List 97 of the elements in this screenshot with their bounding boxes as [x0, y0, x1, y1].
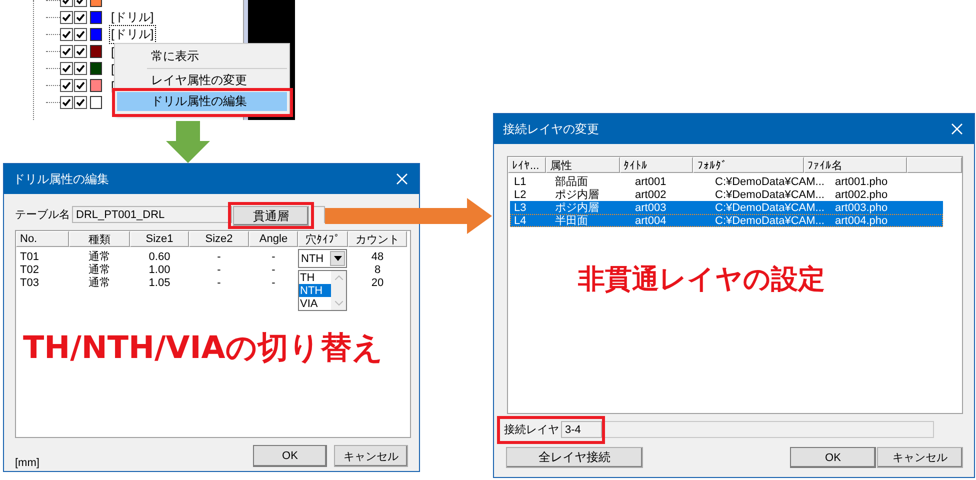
- table-cell-text: -: [216, 276, 222, 288]
- table-cell-text: 通常: [88, 276, 112, 290]
- column-header[interactable]: Angle: [249, 231, 298, 247]
- column-header[interactable]: Size1: [130, 231, 189, 247]
- table-cell-text: T02: [19, 264, 40, 276]
- menu-item[interactable]: レイヤ属性の変更: [117, 71, 287, 91]
- checkbox[interactable]: [74, 28, 87, 41]
- field-label: 接続レイヤ: [504, 422, 559, 437]
- column-header[interactable]: [906, 157, 962, 173]
- table-cell-text: C:¥DemoData¥CAM...: [714, 214, 826, 226]
- dropdown-option[interactable]: NTH: [299, 284, 332, 297]
- list-row[interactable]: L2 ポジ内層 art002 C:¥DemoData¥CAM... art002.pho: [510, 188, 943, 201]
- table-cell-text: ポジ内層: [554, 201, 600, 215]
- table-name-field[interactable]: DRL_PT001_DRL: [72, 206, 232, 223]
- dropdown-option[interactable]: VIA: [299, 297, 332, 310]
- table-cell-text: 48: [370, 250, 385, 262]
- ok-button[interactable]: OK: [253, 445, 327, 467]
- table-cell-text: 1.00: [148, 264, 172, 276]
- column-header[interactable]: ﾌｧｲﾙ名: [804, 157, 907, 173]
- column-header[interactable]: No.: [16, 231, 69, 247]
- column-header[interactable]: 種類: [69, 231, 130, 247]
- through-layer-button[interactable]: 貫通層: [233, 206, 309, 226]
- table-cell-text: C:¥DemoData¥CAM...: [714, 202, 826, 214]
- table-cell-text: art002: [634, 188, 668, 200]
- table-cell-text: art002.pho: [834, 188, 889, 200]
- table-cell-text: art004: [634, 214, 668, 226]
- checkbox[interactable]: [74, 45, 87, 58]
- list-row[interactable]: L3 ポジ内層 art003 C:¥DemoData¥CAM... art003.pho: [510, 201, 943, 214]
- table-cell-text: -: [270, 264, 276, 276]
- table-cell-text: C:¥DemoData¥CAM...: [714, 176, 826, 188]
- list-row[interactable]: L4 半田面 art004 C:¥DemoData¥CAM... art004.pho: [510, 214, 943, 227]
- table-cell-text: 半田面: [554, 214, 589, 228]
- checkbox[interactable]: [60, 62, 73, 75]
- column-header[interactable]: ﾚｲﾔ...: [508, 157, 546, 173]
- table-cell-text: -: [216, 250, 222, 262]
- table-cell-text: 1.05: [148, 276, 172, 288]
- table-cell-text: -: [270, 276, 276, 288]
- checkbox[interactable]: [60, 11, 73, 24]
- table-cell-text: 20: [370, 276, 385, 288]
- table-cell-text: T01: [19, 250, 40, 262]
- table-cell-text: 8: [373, 264, 382, 276]
- checkbox[interactable]: [60, 79, 73, 92]
- right-arrow-icon: [325, 198, 492, 234]
- column-header[interactable]: ﾌｫﾙﾀﾞ: [693, 157, 804, 173]
- hole-type-dropdown[interactable]: NTH: [298, 249, 347, 268]
- connect-layer-field[interactable]: 3-4: [561, 421, 602, 438]
- cancel-button[interactable]: キャンセル: [877, 447, 963, 468]
- menu-item[interactable]: ドリル属性の編集: [117, 92, 287, 111]
- column-header[interactable]: 属性: [546, 157, 620, 173]
- table-cell-text: art003.pho: [834, 202, 889, 214]
- checkbox[interactable]: [60, 28, 73, 41]
- column-header[interactable]: カウント: [348, 231, 407, 247]
- table-cell-text: 0.60: [148, 250, 172, 262]
- field-label: テーブル名: [15, 208, 70, 222]
- table-cell-text: art004.pho: [834, 214, 889, 226]
- menu-item[interactable]: 常に表示: [117, 47, 287, 66]
- annotation-text: TH/NTH/VIAの切り替え: [23, 329, 384, 368]
- close-button[interactable]: [950, 122, 964, 136]
- down-arrow-icon: [166, 121, 210, 163]
- caret-icon: [330, 251, 345, 266]
- window-title: 接続レイヤの変更: [503, 120, 599, 138]
- table-cell-text: T03: [19, 276, 40, 288]
- layer-label[interactable]: [: [109, 60, 116, 76]
- layer-label[interactable]: [ドリル]: [109, 8, 156, 27]
- connect-all-button[interactable]: 全レイヤ接続: [506, 447, 643, 468]
- table-cell-text: L3: [513, 202, 528, 214]
- checkbox[interactable]: [74, 96, 87, 109]
- table-cell-text: L1: [513, 176, 528, 188]
- annotation-text: 非貫通レイヤの設定: [578, 263, 825, 297]
- column-header[interactable]: ﾀｲﾄﾙ: [620, 157, 694, 173]
- table-cell-text: art003: [634, 202, 668, 214]
- table-cell-text: 部品面: [554, 174, 589, 189]
- checkbox[interactable]: [74, 79, 87, 92]
- table-cell-text: 通常: [88, 250, 112, 264]
- table-cell-text: L4: [513, 214, 528, 226]
- table-cell-text: -: [270, 250, 276, 262]
- checkbox[interactable]: [74, 11, 87, 24]
- layer-label[interactable]: [: [109, 44, 116, 60]
- cancel-button[interactable]: キャンセル: [334, 445, 408, 467]
- dropdown-option[interactable]: TH: [299, 271, 332, 284]
- table-cell-text: art001.pho: [834, 176, 889, 188]
- checkbox[interactable]: [60, 96, 73, 109]
- table-cell-text: C:¥DemoData¥CAM...: [714, 188, 826, 200]
- table-cell-text: ポジ内層: [554, 188, 600, 202]
- list-row[interactable]: L1 部品面 art001 C:¥DemoData¥CAM... art001.pho: [510, 175, 943, 188]
- unit-label: [mm]: [15, 457, 40, 469]
- table-cell-text: art001: [634, 176, 668, 188]
- table-cell-text: 通常: [88, 262, 112, 276]
- column-header[interactable]: 穴ﾀｲﾌﾟ: [298, 231, 348, 247]
- window-title: ドリル属性の編集: [13, 170, 109, 188]
- checkbox[interactable]: [74, 62, 87, 75]
- table-cell-text: L2: [513, 188, 528, 200]
- column-header[interactable]: Size2: [189, 231, 249, 247]
- close-button[interactable]: [395, 172, 409, 186]
- table-cell-text: -: [216, 264, 222, 276]
- ok-button[interactable]: OK: [790, 447, 876, 468]
- checkbox[interactable]: [60, 45, 73, 58]
